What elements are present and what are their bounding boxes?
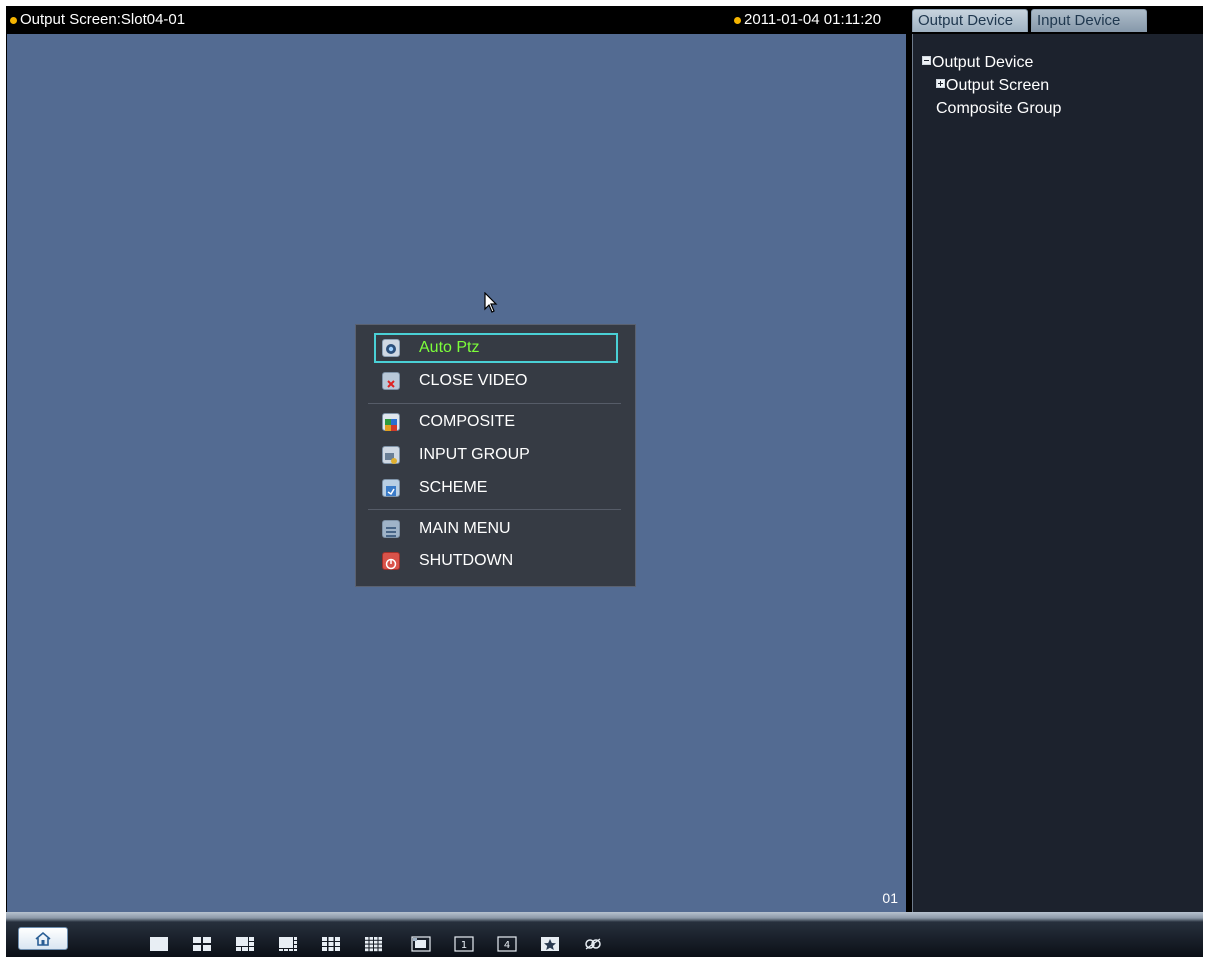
context-menu: Auto Ptz CLOSE VIDEO COMPOSITE INPUT GRO [355, 324, 636, 587]
device-tree-panel: Output Device Output Screen Composite Gr… [912, 34, 1203, 912]
tree-node-output-screen[interactable]: Output Screen [936, 77, 1049, 95]
layout-1-icon[interactable] [149, 936, 169, 952]
scheme-icon [382, 479, 400, 497]
expand-icon[interactable] [936, 79, 945, 89]
favorite-icon[interactable] [540, 936, 560, 952]
menu-item-input-group[interactable]: INPUT GROUP [374, 440, 618, 470]
close-video-icon [382, 372, 400, 390]
menu-divider [368, 509, 621, 510]
tree-node-output-device[interactable]: Output Device [922, 54, 1033, 72]
top-status-bar: Output Screen:Slot04-01 2011-01-04 01:11… [6, 6, 1203, 34]
main-menu-icon [382, 520, 400, 538]
menu-item-auto-ptz[interactable]: Auto Ptz [374, 333, 618, 363]
sequence-1-icon[interactable]: 1 [454, 936, 474, 952]
collapse-icon[interactable] [922, 56, 931, 66]
tab-input-device[interactable]: Input Device [1031, 9, 1147, 32]
layout-6-icon[interactable] [235, 936, 255, 952]
screen-title: Output Screen:Slot04-01 [10, 11, 185, 28]
input-group-icon [382, 446, 400, 464]
menu-item-label: INPUT GROUP [419, 446, 530, 463]
layout-8-icon[interactable] [278, 936, 298, 952]
sequence-4-icon[interactable]: 4 [497, 936, 517, 952]
menu-item-main-menu[interactable]: MAIN MENU [374, 514, 618, 544]
layout-pip-icon[interactable] [411, 936, 431, 952]
tab-output-device[interactable]: Output Device [912, 9, 1028, 32]
menu-item-close-video[interactable]: CLOSE VIDEO [374, 366, 618, 396]
channel-number: 01 [882, 890, 898, 906]
menu-item-label: COMPOSITE [419, 413, 516, 430]
screen-title-text: Output Screen:Slot04-01 [20, 11, 186, 28]
bottom-toolbar: 1 4 [6, 912, 1203, 957]
svg-text:4: 4 [504, 940, 510, 951]
layout-16-icon[interactable] [364, 936, 384, 952]
tree-node-label: Output Device [932, 54, 1034, 71]
status-dot-icon [734, 16, 741, 24]
svg-text:1: 1 [461, 940, 467, 951]
menu-item-label: MAIN MENU [419, 520, 511, 537]
layout-4-icon[interactable] [192, 936, 212, 952]
menu-item-label: CLOSE VIDEO [419, 372, 528, 389]
tree-node-composite-group[interactable]: Composite Group [936, 100, 1061, 118]
menu-item-composite[interactable]: COMPOSITE [374, 407, 618, 437]
menu-item-label: Auto Ptz [419, 339, 480, 356]
camera-icon [382, 339, 400, 357]
menu-item-label: SHUTDOWN [419, 552, 514, 569]
layout-9-icon[interactable] [321, 936, 341, 952]
datetime-text: 2011-01-04 01:11:20 [744, 11, 882, 28]
tree-node-label: Output Screen [946, 77, 1050, 94]
tree-node-label: Composite Group [936, 100, 1062, 117]
home-icon [35, 931, 51, 946]
menu-item-shutdown[interactable]: SHUTDOWN [374, 546, 618, 576]
composite-icon [382, 413, 400, 431]
power-icon [382, 552, 400, 570]
menu-item-scheme[interactable]: SCHEME [374, 473, 618, 503]
menu-divider [368, 403, 621, 404]
app-window: Output Screen:Slot04-01 2011-01-04 01:11… [6, 6, 1203, 957]
datetime-display: 2011-01-04 01:11:20 [734, 11, 881, 28]
status-dot-icon [10, 16, 17, 24]
mouse-pointer-icon [484, 292, 498, 313]
menu-item-label: SCHEME [419, 479, 488, 496]
video-window[interactable]: 01 Auto Ptz CLOSE VIDEO COMPOSITE INPUT … [7, 34, 906, 912]
home-button[interactable] [18, 927, 68, 950]
link-icon[interactable] [583, 936, 603, 952]
